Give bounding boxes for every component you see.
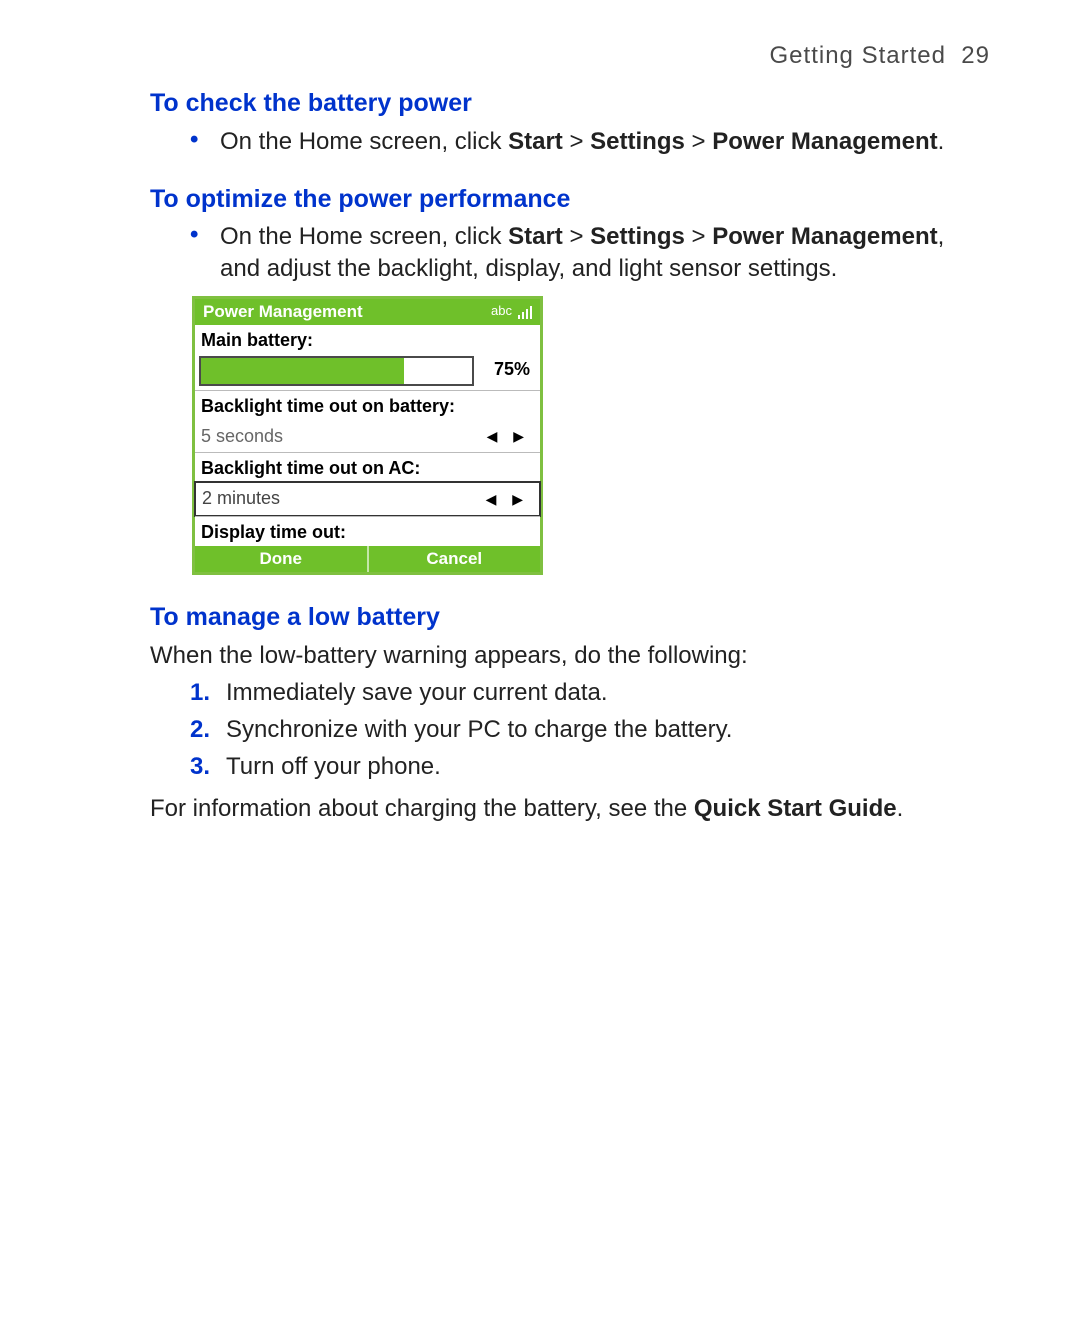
list-item: 3. Turn off your phone. <box>190 751 990 782</box>
bullet-text: On the Home screen, click Start > Settin… <box>220 126 950 157</box>
step-text: Turn off your phone. <box>226 751 441 782</box>
backlight-battery-selector[interactable]: 5 seconds ◀ ▶ <box>195 421 540 453</box>
battery-meter: 75% <box>195 354 540 391</box>
device-title: Power Management <box>203 301 363 323</box>
bullet-dot-icon: • <box>190 221 220 283</box>
battery-track <box>199 356 474 386</box>
list-item: 2. Synchronize with your PC to charge th… <box>190 714 990 745</box>
battery-fill <box>201 358 404 384</box>
step-text: Synchronize with your PC to charge the b… <box>226 714 732 745</box>
bullet-item: • On the Home screen, click Start > Sett… <box>190 126 950 157</box>
main-battery-label: Main battery: <box>195 325 540 354</box>
backlight-ac-selector[interactable]: 2 minutes ◀ ▶ <box>194 481 541 516</box>
display-timeout-label: Display time out: <box>195 516 540 546</box>
input-mode-indicator: abc <box>491 303 512 320</box>
step-text: Immediately save your current data. <box>226 677 608 708</box>
spinner-arrows-icon: ◀ ▶ <box>486 490 529 508</box>
done-button[interactable]: Done <box>195 546 367 572</box>
backlight-battery-label: Backlight time out on battery: <box>195 391 540 420</box>
step-number: 2. <box>190 714 226 745</box>
step-number: 1. <box>190 677 226 708</box>
backlight-ac-label: Backlight time out on AC: <box>195 453 540 482</box>
manual-page: Getting Started 29 To check the battery … <box>0 0 1080 870</box>
page-number: 29 <box>961 42 990 69</box>
bullet-item: • On the Home screen, click Start > Sett… <box>190 221 950 283</box>
cancel-button[interactable]: Cancel <box>369 546 541 572</box>
device-titlebar: Power Management abc <box>195 299 540 325</box>
backlight-battery-value: 5 seconds <box>201 425 283 448</box>
backlight-ac-value: 2 minutes <box>202 487 280 510</box>
heading-optimize-power: To optimize the power performance <box>150 183 990 216</box>
step-number: 3. <box>190 751 226 782</box>
bullet-text: On the Home screen, click Start > Settin… <box>220 221 950 283</box>
spinner-arrows-icon: ◀ ▶ <box>487 427 530 445</box>
list-item: 1. Immediately save your current data. <box>190 677 990 708</box>
battery-percent: 75% <box>474 356 536 386</box>
power-management-screenshot: Power Management abc Main battery: 75% B… <box>192 296 543 576</box>
bullet-dot-icon: • <box>190 126 220 157</box>
heading-check-battery: To check the battery power <box>150 87 990 120</box>
numbered-steps: 1. Immediately save your current data. 2… <box>190 677 990 783</box>
running-header: Getting Started 29 <box>150 40 990 71</box>
heading-low-battery: To manage a low battery <box>150 601 990 634</box>
charging-info: For information about charging the batte… <box>150 793 970 824</box>
low-battery-intro: When the low-battery warning appears, do… <box>150 640 970 671</box>
device-softkey-bar: Done Cancel <box>195 546 540 572</box>
signal-icon <box>518 305 532 319</box>
section-name: Getting Started <box>770 42 946 69</box>
